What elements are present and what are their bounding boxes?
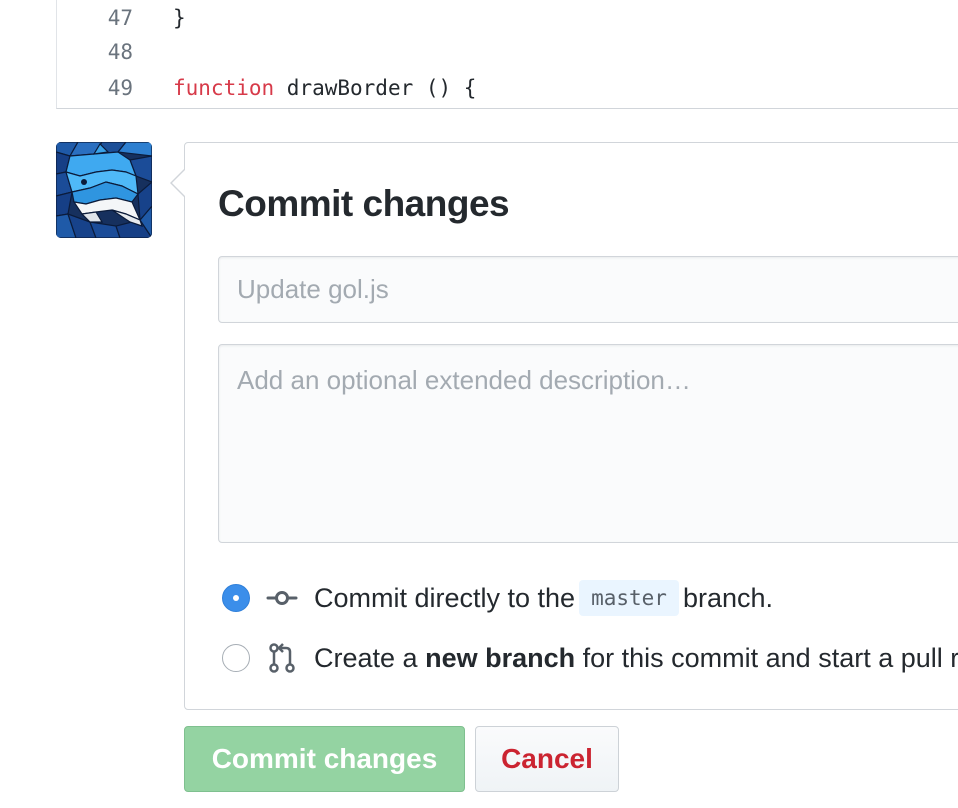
line-number[interactable]: 47 [57,0,133,36]
branch-name-badge: master [579,580,679,616]
panel-caret-inner [172,169,186,197]
code-view: 47 } 48 49 function drawBorder () { [56,0,958,109]
avatar[interactable] [56,142,152,238]
commit-direct-radio[interactable] [222,584,250,612]
git-pull-request-icon [269,643,295,673]
code-content: } [173,6,186,30]
cancel-button[interactable]: Cancel [475,726,619,792]
line-number[interactable]: 48 [57,34,133,70]
new-branch-radio[interactable] [222,644,250,672]
commit-summary-input[interactable] [218,256,958,323]
code-content: drawBorder () { [274,76,477,100]
code-line: 49 function drawBorder () { [57,70,957,106]
page: 47 } 48 49 function drawBorder () {Comm… [0,0,958,808]
commit-changes-button[interactable]: Commit changes [184,726,465,792]
git-commit-icon [266,591,298,605]
shark-avatar-icon [56,142,152,238]
code-line: 47 } [57,0,957,36]
new-branch-suffix: for this commit and start a pull request… [582,643,958,673]
new-branch-bold: new branch [425,643,576,673]
commit-direct-label: Commit directly to the master branch. [314,580,773,618]
new-branch-option[interactable]: Create a new branch for this commit and … [222,640,958,680]
code-line: 48 [57,34,957,70]
code-text: function drawBorder () { [173,70,476,106]
commit-direct-option[interactable]: Commit directly to the master branch. [222,580,958,620]
commit-direct-suffix: branch. [682,583,773,614]
commit-description-input[interactable] [218,344,958,543]
code-text: } [173,0,186,36]
line-number[interactable]: 49 [57,70,133,106]
new-branch-label: Create a new branch for this commit and … [314,642,958,674]
commit-direct-prefix: Commit directly to the [314,583,576,614]
new-branch-prefix: Create a [314,643,418,673]
commit-title: Commit changes [218,183,510,224]
code-keyword: function [173,76,275,100]
